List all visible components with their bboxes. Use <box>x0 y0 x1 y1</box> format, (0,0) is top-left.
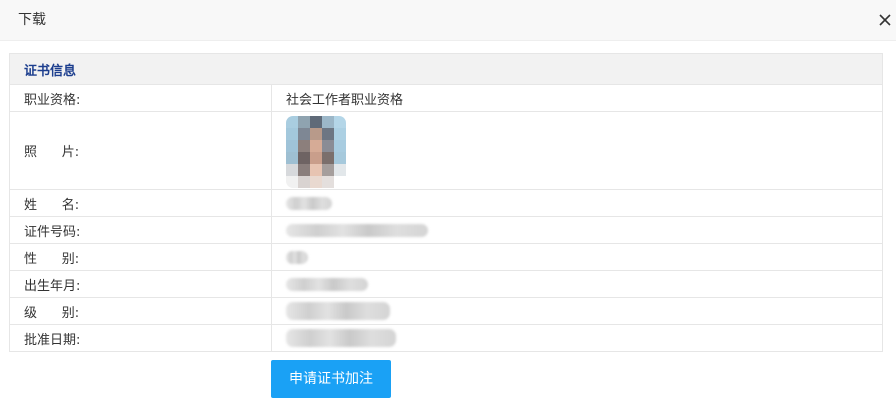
photo-label: 照 片: <box>24 145 80 160</box>
dialog-title: 下载 <box>18 12 46 28</box>
table-row: 性 别: <box>9 243 884 271</box>
birth-date-label: 出生年月: <box>24 278 81 294</box>
level-value-redacted <box>286 302 390 320</box>
id-number-value-redacted <box>286 223 428 237</box>
table-row: 级 别: <box>9 297 884 325</box>
apply-certificate-annotation-button[interactable]: 申请证书加注 <box>271 360 391 398</box>
table-row: 出生年月: <box>9 270 884 298</box>
table-row: 照 片: <box>9 111 884 190</box>
dialog-titlebar: 下载 <box>0 0 896 41</box>
download-dialog: 下载 证书信息 职业资格: 社会工作者职业资格 照 片: 姓 名: 证件号码: … <box>0 0 896 405</box>
id-number-label: 证件号码: <box>24 224 81 240</box>
name-value-redacted <box>286 196 332 210</box>
photo-image <box>286 115 346 188</box>
level-label: 级 别: <box>24 305 80 321</box>
gender-value-redacted <box>286 250 308 264</box>
approval-date-label: 批准日期: <box>24 332 81 348</box>
birth-date-value-redacted <box>286 277 368 291</box>
approval-date-value-redacted <box>286 329 396 347</box>
section-header: 证书信息 <box>8 53 884 85</box>
gender-label: 性 别: <box>24 251 80 267</box>
qualification-label: 职业资格: <box>24 92 81 108</box>
qualification-value: 社会工作者职业资格 <box>270 84 884 112</box>
table-row: 批准日期: <box>9 324 884 352</box>
section-title: 证书信息 <box>8 53 884 85</box>
table-row: 职业资格: 社会工作者职业资格 <box>9 84 884 112</box>
certificate-info-table: 证书信息 职业资格: 社会工作者职业资格 照 片: 姓 名: 证件号码: 性 别… <box>8 53 884 352</box>
name-label: 姓 名: <box>24 197 80 213</box>
table-row: 姓 名: <box>9 189 884 217</box>
table-row: 证件号码: <box>9 216 884 244</box>
close-icon[interactable] <box>876 10 894 30</box>
